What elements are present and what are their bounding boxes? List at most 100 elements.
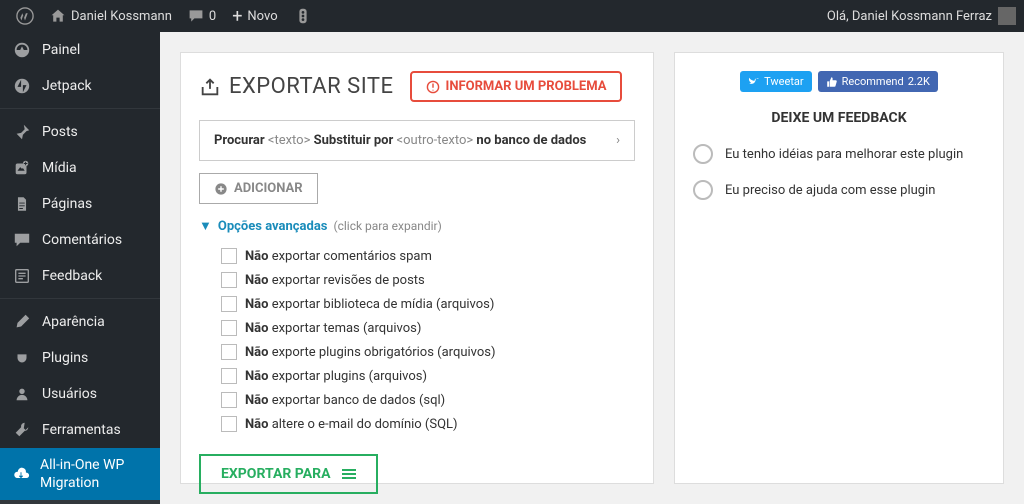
feedback-icon: [12, 266, 32, 286]
tool-icon: [12, 420, 32, 440]
sidebar-item-painel[interactable]: Painel: [0, 32, 160, 68]
feedback-panel: Tweetar Recommend 2.2K DEIXE UM FEEDBACK…: [674, 52, 1004, 484]
sidebar-item-label: Comentários: [42, 232, 122, 248]
sidebar-item-usuarios[interactable]: Usuários: [0, 376, 160, 412]
sidebar-item-midia[interactable]: Mídia: [0, 150, 160, 186]
feedback-option-help[interactable]: Eu preciso de ajuda com esse plugin: [693, 180, 985, 200]
option-row: Não exportar revisões de posts: [221, 268, 635, 292]
panel-header: EXPORTAR SITE INFORMAR UM PROBLEMA: [199, 71, 635, 102]
checkbox[interactable]: [221, 416, 237, 432]
admin-topbar: Daniel Kossmann 0 + Novo Olá, Daniel Kos…: [0, 0, 1024, 32]
sidebar-item-label: Aparência: [42, 314, 105, 330]
sidebar-item-jetpack[interactable]: Jetpack: [0, 68, 160, 104]
export-panel: EXPORTAR SITE INFORMAR UM PROBLEMA Procu…: [180, 52, 654, 484]
cloud-icon: [12, 464, 30, 484]
sidebar-item-paginas[interactable]: Páginas: [0, 186, 160, 222]
option-row: Não exportar biblioteca de mídia (arquiv…: [221, 292, 635, 316]
report-label: INFORMAR UM PROBLEMA: [446, 79, 607, 94]
wp-logo[interactable]: [8, 0, 42, 32]
checkbox[interactable]: [221, 272, 237, 288]
option-row: Não exporte plugins obrigatórios (arquiv…: [221, 340, 635, 364]
caret-down-icon: ▼: [199, 218, 212, 234]
topbar-new[interactable]: + Novo: [224, 0, 285, 32]
topbar-comments[interactable]: 0: [180, 0, 224, 32]
sidebar-subitem-exportar[interactable]: Exportar: [0, 500, 160, 504]
option-row: Não exportar temas (arquivos): [221, 316, 635, 340]
fb-recommend-button[interactable]: Recommend 2.2K: [818, 71, 938, 92]
sidebar-item-label: All-in-One WP Migration: [40, 456, 148, 492]
sidebar-item-feedback[interactable]: Feedback: [0, 258, 160, 294]
checkbox[interactable]: [221, 392, 237, 408]
checkbox[interactable]: [221, 320, 237, 336]
topbar-site[interactable]: Daniel Kossmann: [42, 0, 180, 32]
option-label: Não altere o e-mail do domínio (SQL): [245, 417, 458, 432]
find-replace-text: Procurar <texto> Substituir por <outro-t…: [214, 133, 586, 148]
warning-icon: [426, 80, 440, 94]
sidebar-item-label: Usuários: [42, 386, 97, 402]
sidebar-item-label: Ferramentas: [42, 422, 121, 438]
sidebar-item-label: Plugins: [42, 350, 88, 366]
option-label: Não exporte plugins obrigatórios (arquiv…: [245, 345, 496, 360]
fb-label: Recommend: [842, 75, 904, 88]
media-icon: [12, 158, 32, 178]
sidebar-item-ferramentas[interactable]: Ferramentas: [0, 412, 160, 448]
option-label: Não exportar temas (arquivos): [245, 321, 421, 336]
sidebar-item-plugins[interactable]: Plugins: [0, 340, 160, 376]
sidebar-item-label: Painel: [42, 42, 80, 58]
plug-icon: [12, 348, 32, 368]
sidebar-item-label: Páginas: [42, 196, 92, 212]
sidebar-item-comentarios[interactable]: Comentários: [0, 222, 160, 258]
sidebar-separator: [0, 104, 160, 109]
export-icon: [199, 76, 221, 98]
radio[interactable]: [693, 180, 713, 200]
users-icon: [12, 384, 32, 404]
advanced-hint: (click para expandir): [333, 219, 441, 233]
checkbox[interactable]: [221, 368, 237, 384]
option-label: Não exportar comentários spam: [245, 249, 432, 264]
find-replace-row[interactable]: Procurar <texto> Substituir por <outro-t…: [199, 120, 635, 161]
export-to-button[interactable]: EXPORTAR PARA: [199, 454, 378, 494]
checkbox[interactable]: [221, 344, 237, 360]
tweet-button[interactable]: Tweetar: [740, 71, 812, 92]
export-label: EXPORTAR PARA: [221, 466, 330, 482]
page-title-row: EXPORTAR SITE: [199, 74, 394, 99]
sidebar-item-label: Mídia: [42, 160, 77, 176]
pin-icon: [12, 122, 32, 142]
wordpress-icon: [16, 7, 34, 25]
add-button[interactable]: ADICIONAR: [199, 173, 318, 204]
sidebar-separator: [0, 294, 160, 299]
hamburger-icon: [342, 469, 356, 479]
sidebar-item-posts[interactable]: Posts: [0, 114, 160, 150]
comment-icon: [188, 8, 204, 24]
jetpack-icon: [12, 76, 32, 96]
topbar-seo[interactable]: [286, 0, 320, 32]
page-content: EXPORTAR SITE INFORMAR UM PROBLEMA Procu…: [160, 32, 1024, 504]
option-label: Não exportar revisões de posts: [245, 273, 425, 288]
option-row: Não exportar banco de dados (sql): [221, 388, 635, 412]
topbar-right[interactable]: Olá, Daniel Kossmann Ferraz: [827, 7, 1016, 25]
feedback-option-ideas[interactable]: Eu tenho idéias para melhorar este plugi…: [693, 144, 985, 164]
advanced-options-toggle[interactable]: ▼ Opções avançadas (click para expandir): [199, 218, 635, 234]
plus-circle-icon: [214, 182, 228, 196]
twitter-icon: [748, 76, 760, 88]
option-row: Não altere o e-mail do domínio (SQL): [221, 412, 635, 436]
sidebar-item-label: Jetpack: [42, 78, 92, 94]
radio[interactable]: [693, 144, 713, 164]
admin-sidebar: Painel Jetpack Posts Mídia Páginas Comen…: [0, 32, 160, 504]
checkbox[interactable]: [221, 296, 237, 312]
checkbox[interactable]: [221, 248, 237, 264]
topbar-left: Daniel Kossmann 0 + Novo: [8, 0, 827, 32]
chevron-right-icon: ›: [616, 133, 620, 148]
plus-icon: +: [232, 6, 242, 27]
sidebar-item-migration[interactable]: All-in-One WP Migration: [0, 448, 160, 500]
sidebar-item-aparencia[interactable]: Aparência: [0, 304, 160, 340]
option-label: Não exportar plugins (arquivos): [245, 369, 427, 384]
report-problem-button[interactable]: INFORMAR UM PROBLEMA: [410, 71, 623, 102]
brush-icon: [12, 312, 32, 332]
feedback-option-label: Eu tenho idéias para melhorar este plugi…: [725, 147, 963, 162]
fb-count: 2.2K: [908, 75, 930, 88]
option-label: Não exportar biblioteca de mídia (arquiv…: [245, 297, 494, 312]
feedback-option-label: Eu preciso de ajuda com esse plugin: [725, 183, 935, 198]
page-title: EXPORTAR SITE: [229, 74, 394, 99]
feedback-heading: DEIXE UM FEEDBACK: [693, 110, 985, 126]
